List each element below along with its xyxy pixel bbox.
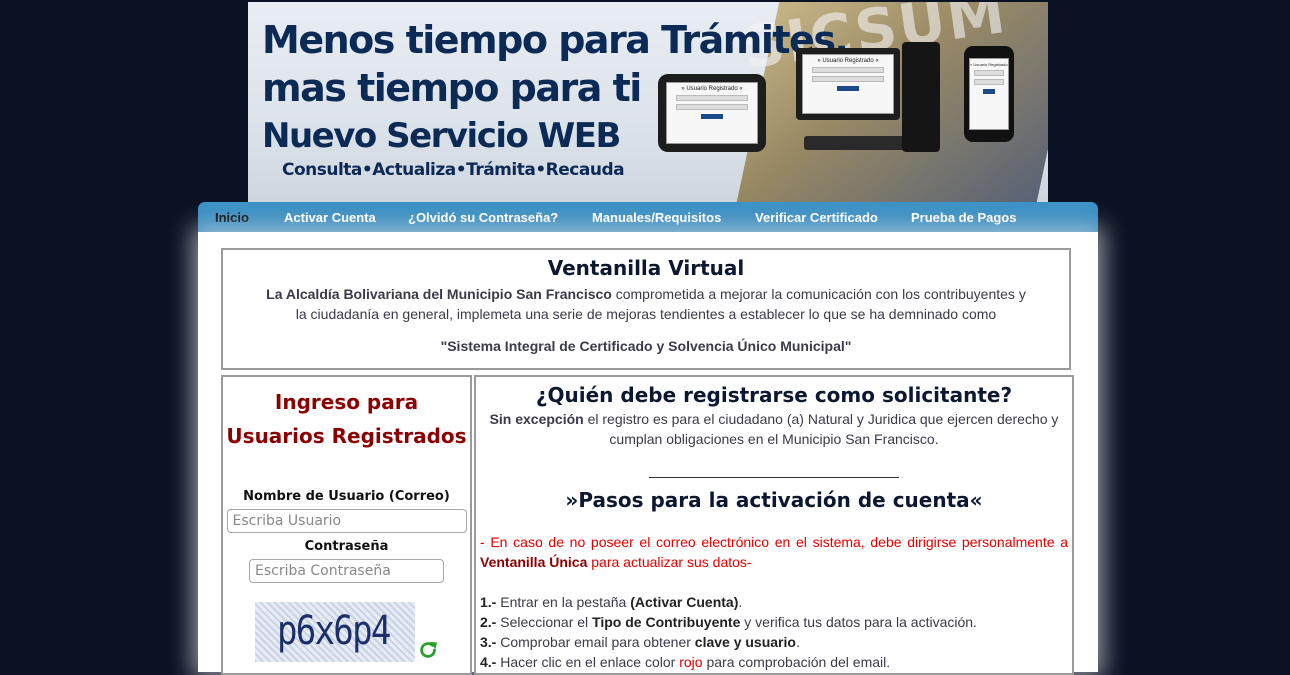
password-label: Contraseña [304,539,389,554]
step-bold: (Activar Cuenta) [630,594,739,610]
step-number: 1.- [480,594,497,610]
step-number: 2.- [480,614,497,630]
refresh-captcha-icon[interactable] [417,639,439,661]
step-number: 4.- [480,654,497,670]
intro-system-name: "Sistema Integral de Certificado y Solve… [440,338,852,354]
nav-olvido-contrasena[interactable]: ¿Olvidó su Contraseña? [408,202,558,232]
step-item: 3.- Comprobar email para obtener clave y… [480,632,1068,652]
banner-headline-1: Menos tiempo para Trámites, [262,18,849,62]
password-input[interactable] [249,559,444,583]
intro-text: La Alcaldía Bolivariana del Municipio Sa… [263,284,1029,324]
login-panel: Ingreso para Usuarios Registrados Nombre… [221,375,472,675]
nav-inicio[interactable]: Inicio [215,202,249,232]
step-item: 1.- Entrar en la pestaña (Activar Cuenta… [480,592,1068,612]
login-title-line1: Ingreso para [274,390,419,414]
info-desc-bold: Sin excepción [489,411,584,427]
header-banner: SICSUM Menos tiempo para Trámites, mas t… [248,2,1048,202]
captcha-text: p6x6p4 [277,608,391,654]
intro-title: Ventanilla Virtual [547,256,745,280]
step-text: Comprobar email para obtener [496,634,695,650]
step-number: 3.- [480,634,497,650]
step-text: y verifica tus datos para la activación. [740,614,977,630]
banner-headline-2: mas tiempo para ti [262,66,642,110]
steps-list: 1.- Entrar en la pestaña (Activar Cuenta… [480,592,1068,672]
notice-pre: - En caso de no poseer el correo electró… [480,534,1068,550]
monitor-illustration: » Usuario Registrado « [796,48,900,120]
steps-title: »Pasos para la activación de cuenta« [565,488,983,512]
info-panel: ¿Quién debe registrarse como solicitante… [474,375,1074,675]
step-bold: Tipo de Contribuyente [592,614,741,630]
username-input[interactable] [226,509,467,533]
nav-activar-cuenta[interactable]: Activar Cuenta [284,202,376,232]
main-nav: Inicio Activar Cuenta ¿Olvidó su Contras… [198,202,1098,232]
step-item: 2.- Seleccionar el Tipo de Contribuyente… [480,612,1068,632]
nav-prueba-de-pagos[interactable]: Prueba de Pagos [911,202,1016,232]
intro-box: Ventanilla Virtual La Alcaldía Bolivaria… [221,248,1071,370]
login-title: Ingreso para Usuarios Registrados [223,385,470,453]
phone-illustration: » Usuario Registrado « [964,46,1014,142]
step-text: . [795,634,800,650]
step-text: para comprobación del email. [702,654,891,670]
divider [649,477,899,478]
keyboard-illustration [804,136,904,150]
step-text: . [738,594,743,610]
step-text: Hacer clic en el enlace color [496,654,680,670]
nav-manuales-requisitos[interactable]: Manuales/Requisitos [592,202,721,232]
step-item: 4.- Hacer clic en el enlace color rojo p… [480,652,1068,672]
info-desc-text: el registro es para el ciudadano (a) Nat… [583,411,1059,447]
username-label: Nombre de Usuario (Correo) [243,489,450,504]
banner-headline-3: Nuevo Servicio WEB [262,116,621,156]
nav-verificar-certificado[interactable]: Verificar Certificado [755,202,878,232]
info-title: ¿Quién debe registrarse como solicitante… [535,383,1013,407]
step-text: Seleccionar el [496,614,593,630]
login-title-line2: Usuarios Registrados [226,424,467,448]
info-description: Sin excepción el registro es para el ciu… [480,409,1068,449]
banner-tagline: Consulta•Actualiza•Trámita•Recauda [282,160,625,180]
notice-ventanilla-unica: Ventanilla Única [480,554,588,570]
tablet-illustration: » Usuario Registrado « [658,74,766,152]
step-bold: clave y usuario [694,634,796,650]
step-text: Entrar en la pestaña [496,594,631,610]
notice-post: para actualizar sus datos- [587,554,752,570]
pc-tower-illustration [902,42,940,152]
step-red-word: rojo [679,654,703,670]
captcha-image: p6x6p4 [255,602,415,662]
email-notice: - En caso de no poseer el correo electró… [480,532,1068,572]
intro-org-name: La Alcaldía Bolivariana del Municipio Sa… [266,286,612,302]
